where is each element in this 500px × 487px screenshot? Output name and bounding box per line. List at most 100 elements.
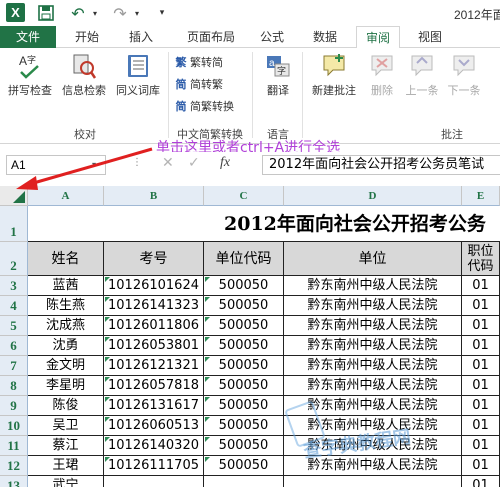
table-cell[interactable]: 01 [462,456,500,476]
undo-dropdown-icon[interactable]: ▾ [90,3,100,23]
table-cell[interactable]: 黔东南州中级人民法院 [284,336,462,356]
cancel-icon[interactable]: ✕ [162,155,174,171]
table-cell[interactable]: 500050 [204,276,284,296]
table-cell[interactable] [284,476,462,487]
column-header-e[interactable]: E [462,186,500,206]
tab-home[interactable]: 开始 [66,26,108,48]
table-cell[interactable]: 黔东南州中级人民法院 [284,376,462,396]
row-header-5[interactable]: 5 [0,316,28,336]
table-cell[interactable] [204,476,284,487]
table-cell[interactable]: 陈生燕 [28,296,104,316]
table-cell[interactable]: 01 [462,476,500,487]
table-cell[interactable]: 陈俊 [28,396,104,416]
column-header-b[interactable]: B [104,186,204,206]
row-header-2[interactable]: 2 [0,242,28,276]
table-cell[interactable]: 10126057818 [104,376,204,396]
table-cell[interactable]: 黔东南州中级人民法院 [284,296,462,316]
sheet-title[interactable]: 2012年面向社会公开招考公务 [28,206,500,242]
table-cell[interactable]: 蓝茜 [28,276,104,296]
table-cell[interactable]: 10126141323 [104,296,204,316]
table-cell[interactable]: 500050 [204,456,284,476]
excel-logo-icon[interactable]: X [6,3,25,22]
customize-qat-icon[interactable]: ▾ [156,3,168,23]
row-header-8[interactable]: 8 [0,376,28,396]
table-cell[interactable]: 吴卫 [28,416,104,436]
to-simplified-button[interactable]: 简简转繁 [174,76,224,94]
row-header-4[interactable]: 4 [0,296,28,316]
tab-view[interactable]: 视图 [410,26,450,48]
table-cell[interactable]: 黔东南州中级人民法院 [284,316,462,336]
table-cell[interactable]: 王珺 [28,456,104,476]
table-cell[interactable]: 10126053801 [104,336,204,356]
table-cell[interactable]: 01 [462,416,500,436]
table-cell[interactable]: 500050 [204,396,284,416]
table-cell[interactable]: 黔东南州中级人民法院 [284,356,462,376]
column-header-c[interactable]: C [204,186,284,206]
table-cell[interactable]: 01 [462,296,500,316]
row-header-7[interactable]: 7 [0,356,28,376]
table-cell[interactable]: 500050 [204,296,284,316]
row-header-6[interactable]: 6 [0,336,28,356]
table-cell[interactable]: 武宁 [28,476,104,487]
table-cell[interactable]: 500050 [204,336,284,356]
header-cell[interactable]: 考号 [104,242,204,276]
tab-file[interactable]: 文件 [0,26,56,48]
table-cell[interactable]: 01 [462,376,500,396]
previous-comment-button[interactable]: 上一条 [402,52,442,98]
convert-button[interactable]: 简简繁转换 [174,98,235,116]
table-cell[interactable]: 01 [462,336,500,356]
select-all-button[interactable] [0,186,28,206]
table-cell[interactable]: 10126011806 [104,316,204,336]
tab-review[interactable]: 审阅 [356,26,400,49]
table-cell[interactable]: 500050 [204,376,284,396]
new-comment-button[interactable]: 新建批注 [306,52,362,98]
spell-check-button[interactable]: A字 拼写检查 [4,52,56,98]
header-cell[interactable]: 姓名 [28,242,104,276]
table-cell[interactable]: 500050 [204,316,284,336]
save-icon[interactable] [36,3,56,23]
name-box[interactable]: A1 [6,155,106,175]
column-header-d[interactable]: D [284,186,462,206]
table-cell[interactable]: 500050 [204,416,284,436]
table-cell[interactable]: 金文明 [28,356,104,376]
row-header-10[interactable]: 10 [0,416,28,436]
redo-icon[interactable]: ↷ [110,3,130,23]
table-cell[interactable] [104,476,204,487]
tab-page-layout[interactable]: 页面布局 [174,26,248,48]
formula-input[interactable]: 2012年面向社会公开招考公务员笔试 [262,155,500,175]
row-header-12[interactable]: 12 [0,456,28,476]
table-cell[interactable]: 10126101624 [104,276,204,296]
insert-function-button[interactable]: fx [220,155,230,171]
table-cell[interactable]: 10126060513 [104,416,204,436]
research-button[interactable]: 信息检索 [58,52,110,98]
table-cell[interactable]: 10126111705 [104,456,204,476]
header-cell[interactable]: 单位代码 [204,242,284,276]
table-cell[interactable]: 01 [462,356,500,376]
to-traditional-button[interactable]: 繁繁转简 [174,54,224,72]
column-header-a[interactable]: A [28,186,104,206]
redo-dropdown-icon[interactable]: ▾ [132,3,142,23]
row-header-11[interactable]: 11 [0,436,28,456]
tab-insert[interactable]: 插入 [120,26,162,48]
next-comment-button[interactable]: 下一条 [444,52,484,98]
row-header-1[interactable]: 1 [0,206,28,242]
row-header-3[interactable]: 3 [0,276,28,296]
table-cell[interactable]: 10126131617 [104,396,204,416]
table-cell[interactable]: 黔东南州中级人民法院 [284,276,462,296]
table-cell[interactable]: 01 [462,276,500,296]
row-header-13[interactable]: 13 [0,476,28,487]
enter-icon[interactable]: ✓ [188,155,200,171]
delete-comment-button[interactable]: 删除 [364,52,400,98]
table-cell[interactable]: 李星明 [28,376,104,396]
table-cell[interactable]: 沈勇 [28,336,104,356]
table-cell[interactable]: 沈成燕 [28,316,104,336]
table-cell[interactable]: 蔡江 [28,436,104,456]
table-cell[interactable]: 01 [462,396,500,416]
translate-button[interactable]: a字 翻译 [258,52,298,98]
table-cell[interactable]: 01 [462,316,500,336]
header-cell[interactable]: 单位 [284,242,462,276]
table-cell[interactable]: 500050 [204,356,284,376]
thesaurus-button[interactable]: 同义词库 [112,52,164,98]
name-box-dropdown-icon[interactable]: ▾ [92,160,96,169]
tab-data[interactable]: 数据 [305,26,345,48]
